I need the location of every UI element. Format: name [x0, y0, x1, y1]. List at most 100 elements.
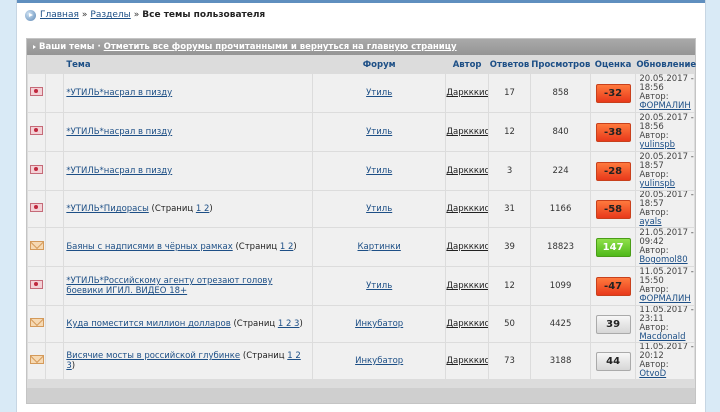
forum-cell: Инкубатор — [312, 343, 446, 379]
forum-cell: Утиль — [312, 113, 446, 151]
replies-count: 31 — [488, 191, 531, 227]
topic-status-cell — [28, 228, 46, 266]
last-update-cell: 21.05.2017 -09:42 Автор: Bogomol80 — [636, 228, 694, 266]
update-author-link[interactable]: ayals — [639, 217, 661, 227]
forum-cell: Инкубатор — [312, 306, 446, 342]
forum-link[interactable]: Утиль — [366, 204, 392, 214]
author-link[interactable]: Даркккис — [446, 242, 487, 252]
author-cell: Даркккис — [446, 113, 488, 151]
topic-cell: *УТИЛЬ*Пидорасы (Страниц 1 2) — [64, 191, 312, 227]
pages-label: Страниц — [154, 204, 194, 214]
last-update-cell: 11.05.2017 -20:12 Автор: OtvoD — [636, 343, 694, 379]
forum-link[interactable]: Инкубатор — [355, 319, 403, 329]
page-container: Главная » Разделы » Все темы пользовател… — [16, 0, 706, 412]
topic-title-link[interactable]: *УТИЛЬ*Пидорасы — [66, 204, 148, 214]
replies-count: 50 — [488, 306, 531, 342]
topic-status-cell — [28, 343, 46, 379]
topic-pages: (Страниц 1 2 3) — [233, 319, 303, 329]
box-footer — [27, 388, 695, 403]
forum-link[interactable]: Картинки — [358, 242, 401, 252]
views-count: 1166 — [531, 191, 590, 227]
rating-cell: 44 — [590, 343, 636, 379]
topic-title-link[interactable]: *УТИЛЬ*насрал в пизду — [66, 88, 172, 98]
topic-blank-cell — [46, 228, 64, 266]
topic-pages: (Страниц 1 2) — [151, 204, 213, 214]
topic-title-link[interactable]: *УТИЛЬ*насрал в пизду — [66, 127, 172, 137]
mark-all-read-link[interactable]: Отметить все форумы прочитанными и верну… — [104, 42, 457, 52]
table-row: *УТИЛЬ*Пидорасы (Страниц 1 2) Утиль Дарккк… — [28, 191, 694, 227]
views-count: 224 — [531, 152, 590, 190]
views-count: 4425 — [531, 306, 590, 342]
forum-cell: Утиль — [312, 152, 446, 190]
replies-count: 73 — [488, 343, 531, 379]
topic-cell: *УТИЛЬ*насрал в пизду — [64, 74, 312, 112]
replies-count: 12 — [488, 113, 531, 151]
views-count: 858 — [531, 74, 590, 112]
breadcrumb-separator: » — [133, 10, 140, 20]
author-link[interactable]: Даркккис — [446, 356, 487, 366]
update-author-link[interactable]: ФОРМАЛИН — [639, 294, 690, 304]
header-rating: Оценка — [590, 57, 636, 73]
last-update-cell: 11.05.2017 -15:50 Автор: ФОРМАЛИН — [636, 267, 694, 305]
author-link[interactable]: Даркккис — [446, 204, 487, 214]
locked-topic-icon — [30, 126, 44, 135]
rating-badge: -47 — [595, 276, 631, 296]
author-cell: Даркккис — [446, 228, 488, 266]
topic-cell: Куда поместится миллион долларов (Страни… — [64, 306, 312, 342]
views-count: 18823 — [531, 228, 590, 266]
author-link[interactable]: Даркккис — [446, 319, 487, 329]
box-title: Ваши темы — [39, 42, 95, 52]
locked-topic-icon — [30, 165, 44, 174]
topic-title-link[interactable]: *УТИЛЬ*насрал в пизду — [66, 166, 172, 176]
top-accent-bar — [17, 0, 705, 3]
locked-topic-icon — [30, 280, 44, 289]
author-link[interactable]: Даркккис — [446, 166, 487, 176]
breadcrumb: Главная » Разделы » Все темы пользовател… — [25, 8, 265, 22]
breadcrumb-home-link[interactable]: Главная — [40, 10, 79, 20]
topic-pages-links[interactable]: 1 2 3 — [278, 319, 300, 329]
views-count: 840 — [531, 113, 590, 151]
forum-link[interactable]: Утиль — [366, 88, 392, 98]
table-row: Висячие мосты в российской глубинке (Стр… — [28, 343, 694, 379]
last-update-cell: 20.05.2017 -18:57 Автор: ayals — [636, 191, 694, 227]
rating-badge: 44 — [595, 351, 631, 371]
rating-badge: -32 — [595, 83, 631, 103]
topic-title-link[interactable]: Баяны с надписями в чёрных рамках — [66, 242, 232, 252]
user-topics-box: Ваши темы · Отметить все форумы прочитан… — [26, 38, 696, 404]
topic-pages-links[interactable]: 1 2 — [196, 204, 210, 214]
forum-cell: Картинки — [312, 228, 446, 266]
update-author-link[interactable]: yulinspb — [639, 140, 675, 150]
topic-pages-links[interactable]: 1 2 — [280, 242, 294, 252]
topic-status-cell — [28, 152, 46, 190]
breadcrumb-separator: » — [81, 10, 88, 20]
author-link[interactable]: Даркккис — [446, 127, 487, 137]
table-row: Баяны с надписями в чёрных рамках (Стран… — [28, 228, 694, 266]
pages-label: Страниц — [238, 242, 278, 252]
author-link[interactable]: Даркккис — [446, 88, 487, 98]
topic-title-link[interactable]: Висячие мосты в российской глубинке — [66, 351, 240, 361]
update-author-link[interactable]: OtvoD — [639, 369, 666, 379]
update-author-link[interactable]: Macdonald — [639, 332, 685, 342]
forum-link[interactable]: Утиль — [366, 127, 392, 137]
rating-cell: -58 — [590, 191, 636, 227]
forum-link[interactable]: Утиль — [366, 166, 392, 176]
table-row: *УТИЛЬ*насрал в пизду Утиль Даркккис 3 224 -2… — [28, 152, 694, 190]
topic-cell: *УТИЛЬ*Российскому агенту отрезают голов… — [64, 267, 312, 305]
nav-arrow-icon — [25, 9, 36, 21]
header-icon-col — [28, 57, 46, 73]
author-cell: Даркккис — [446, 152, 488, 190]
views-count: 1099 — [531, 267, 590, 305]
rating-badge: -28 — [595, 161, 631, 181]
author-cell: Даркккис — [446, 343, 488, 379]
update-author-link[interactable]: ФОРМАЛИН — [639, 101, 690, 111]
update-author-link[interactable]: yulinspb — [639, 179, 675, 189]
forum-link[interactable]: Утиль — [366, 281, 392, 291]
author-link[interactable]: Даркккис — [446, 281, 487, 291]
update-author-link[interactable]: Bogomol80 — [639, 255, 687, 265]
topic-blank-cell — [46, 267, 64, 305]
topic-title-link[interactable]: Куда поместится миллион долларов — [66, 319, 230, 329]
table-header-row: Тема Форум Автор Ответов Просмотров Оцен… — [28, 57, 696, 73]
topic-title-link[interactable]: *УТИЛЬ*Российскому агенту отрезают голов… — [66, 276, 272, 296]
forum-link[interactable]: Инкубатор — [355, 356, 403, 366]
breadcrumb-sections-link[interactable]: Разделы — [90, 10, 130, 20]
